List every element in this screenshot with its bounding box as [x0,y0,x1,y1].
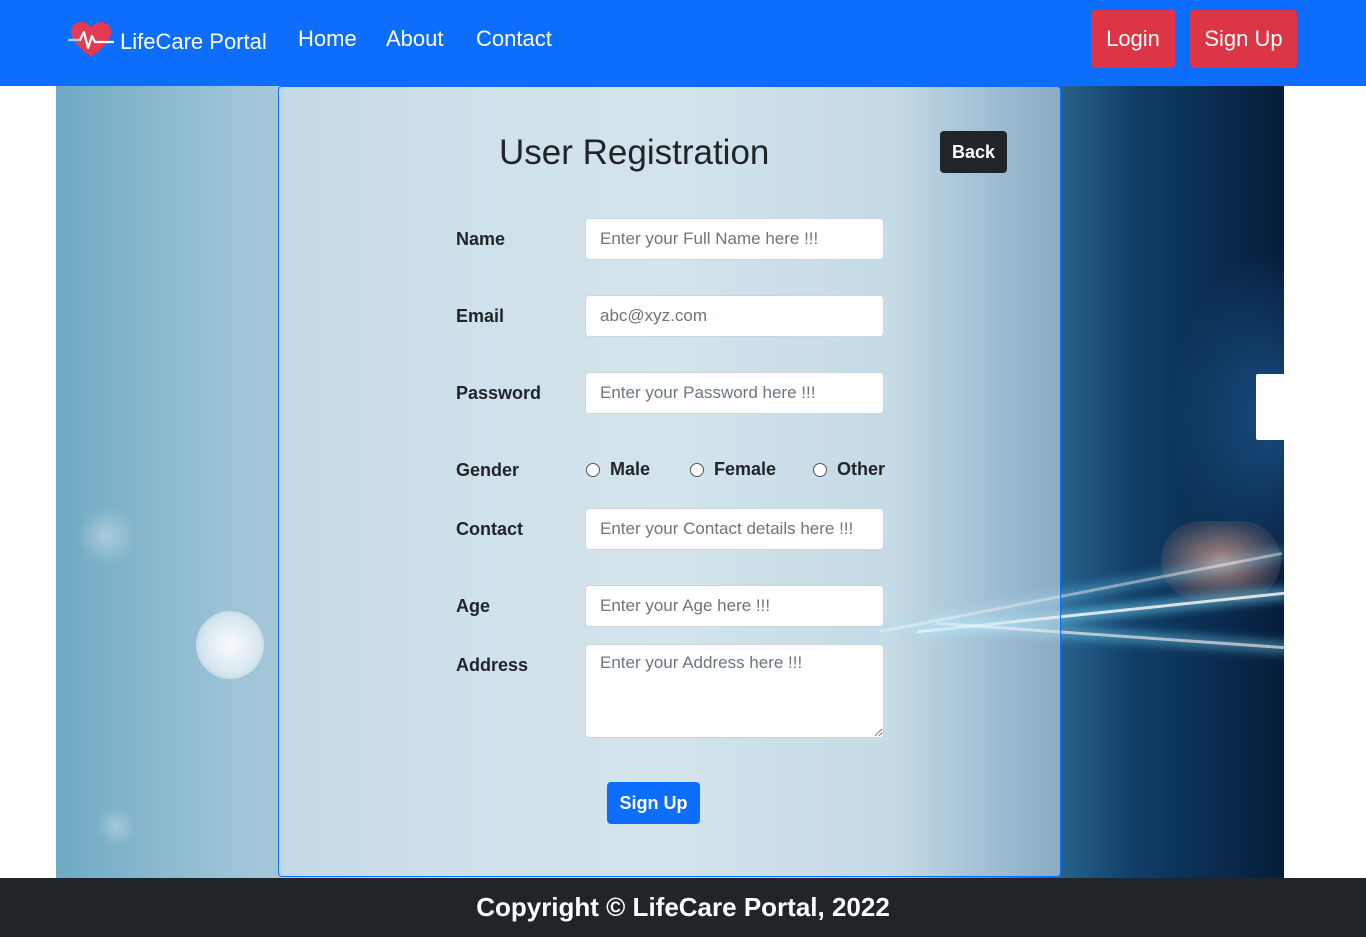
contact-input[interactable] [585,508,884,550]
copyright-text: Copyright © LifeCare Portal, 2022 [476,892,890,922]
password-input[interactable] [585,372,884,414]
radio-female[interactable] [690,462,704,477]
nav-link-home[interactable]: Home [298,26,357,52]
radio-label-male: Male [610,459,651,479]
name-label: Name [456,229,506,249]
radio-male[interactable] [586,462,600,477]
nav-link-about[interactable]: About [386,26,444,52]
gender-option-female[interactable]: Female [690,459,776,480]
contact-label: Contact [456,519,523,539]
footer: Copyright © LifeCare Portal, 2022 [0,878,1366,937]
registration-card: User Registration Back Name Email Passwo… [278,86,1061,877]
signup-submit-button[interactable]: Sign Up [607,782,700,824]
navbar: LifeCare Portal Home About Contact Login… [0,0,1366,86]
age-input[interactable] [585,585,884,627]
password-label: Password [456,383,542,403]
brand-name: LifeCare Portal [120,29,267,54]
email-input[interactable] [585,295,884,337]
radio-label-other: Other [837,459,886,479]
gender-option-male[interactable]: Male [586,459,650,480]
gender-label: Gender [456,460,520,480]
heartbeat-icon [68,20,114,65]
gender-option-other[interactable]: Other [813,459,885,480]
radio-label-female: Female [714,459,777,479]
brand-link[interactable]: LifeCare Portal [68,20,267,65]
age-label: Age [456,596,491,616]
address-textarea[interactable] [585,644,884,738]
name-input[interactable] [585,218,884,260]
page-title: User Registration [499,133,770,172]
address-label: Address [456,655,529,675]
radio-other[interactable] [813,462,827,477]
login-button[interactable]: Login [1091,10,1175,68]
email-label: Email [456,306,505,326]
nav-link-contact[interactable]: Contact [476,26,552,52]
back-button[interactable]: Back [940,131,1007,173]
signup-nav-button[interactable]: Sign Up [1190,10,1297,68]
